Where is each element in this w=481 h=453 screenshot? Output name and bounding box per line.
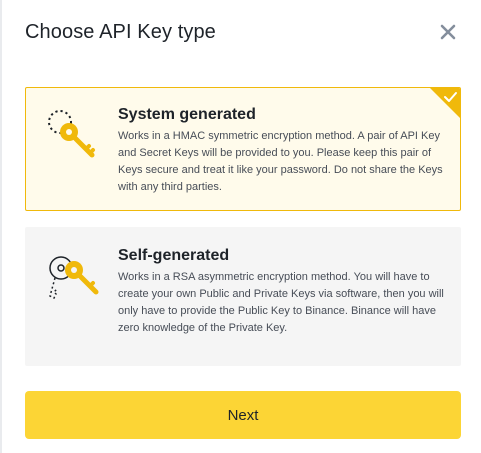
next-button[interactable]: Next [25,391,461,439]
dialog-title: Choose API Key type [25,20,216,43]
backdrop-edge [0,0,2,453]
close-button[interactable] [437,21,459,43]
close-icon [440,24,456,40]
option-title: System generated [118,106,256,123]
selected-check-icon [430,88,460,118]
option-self-generated[interactable]: Self-generated Works in a RSA asymmetric… [25,227,461,366]
option-system-generated[interactable]: System generated Works in a HMAC symmetr… [25,87,461,211]
dialog-header: Choose API Key type [25,18,461,46]
option-title: Self-generated [118,247,230,264]
option-description: Works in a HMAC symmetric encryption met… [118,130,443,193]
key-icon [48,110,95,158]
key-pair-icon [49,256,99,300]
option-description: Works in a RSA asymmetric encryption met… [118,271,444,334]
